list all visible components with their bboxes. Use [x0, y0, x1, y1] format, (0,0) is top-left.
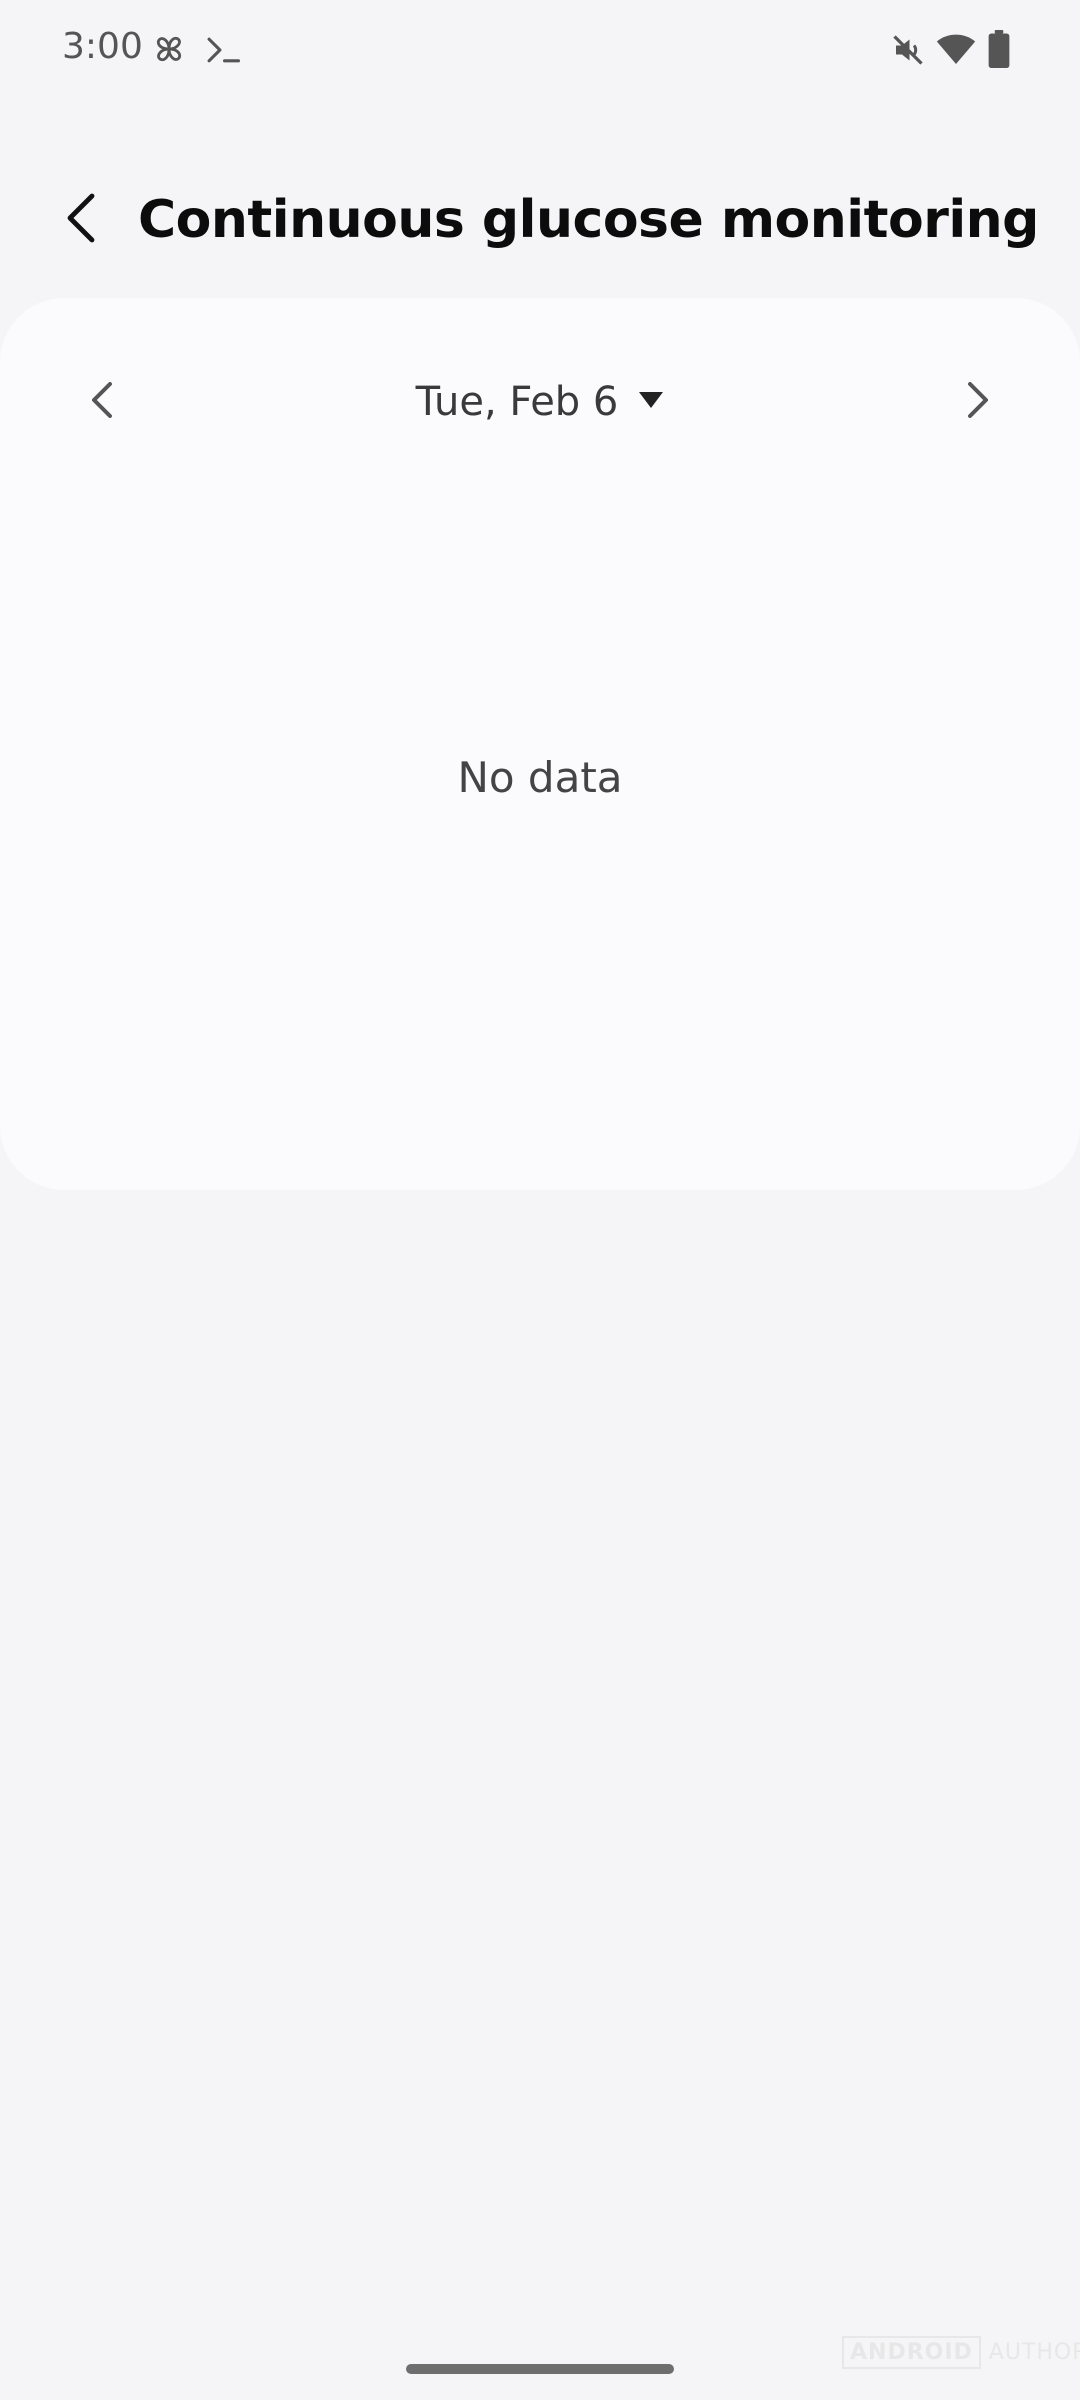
app-header: Continuous glucose monitoring	[0, 170, 1080, 270]
empty-state-message: No data	[457, 753, 623, 802]
gesture-navigation-handle[interactable]	[406, 2364, 674, 2374]
date-navigation: Tue, Feb 6	[0, 362, 1080, 442]
next-day-button[interactable]	[946, 370, 1010, 434]
previous-day-button[interactable]	[70, 370, 134, 434]
back-button[interactable]	[48, 188, 112, 252]
terminal-icon	[204, 33, 242, 67]
watermark-brand: ANDROID	[842, 2336, 981, 2369]
date-label: Tue, Feb 6	[415, 379, 619, 425]
date-dropdown[interactable]: Tue, Feb 6	[370, 370, 710, 434]
status-time: 3:00	[62, 26, 143, 67]
chevron-right-icon	[966, 380, 990, 425]
back-arrow-icon	[64, 192, 96, 249]
watermark-logo: ANDROID AUTHORITY	[842, 2336, 1080, 2369]
watermark-brand-suffix: AUTHORITY	[988, 2340, 1080, 2365]
wifi-icon	[936, 32, 976, 66]
page-title: Continuous glucose monitoring	[138, 190, 1039, 250]
pinwheel-icon	[150, 30, 188, 68]
status-bar: 3:00	[0, 0, 1080, 100]
triangle-down-icon	[638, 391, 664, 414]
glucose-card: Tue, Feb 6 No data	[0, 298, 1080, 1190]
chevron-left-icon	[90, 380, 114, 425]
mute-icon	[890, 32, 926, 68]
battery-icon	[988, 30, 1010, 68]
